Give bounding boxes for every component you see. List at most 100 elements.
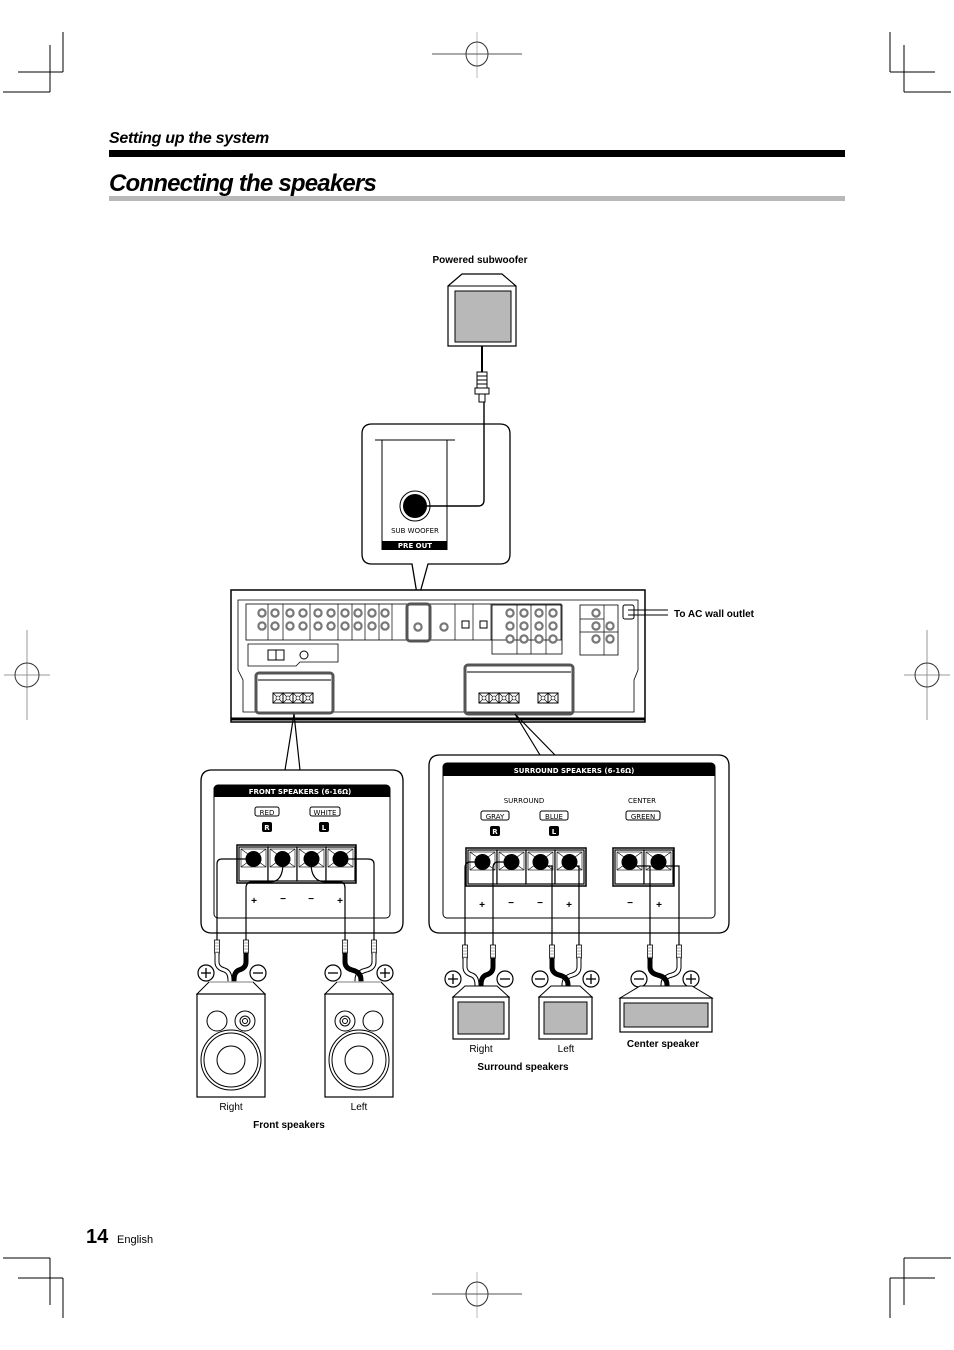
surround-panel-title: SURROUND SPEAKERS (6-16Ω) — [514, 767, 635, 775]
rca-jack-icon — [340, 608, 350, 618]
rca-jack-icon — [257, 621, 267, 631]
channel-badge-l: L — [552, 828, 557, 836]
rca-jack-icon — [270, 621, 280, 631]
rca-jack-icon — [534, 608, 544, 618]
rca-jack-icon — [298, 621, 308, 631]
rca-jack-icon — [285, 621, 295, 631]
minus-terminal-icon — [531, 970, 549, 988]
svg-text:−: − — [537, 898, 543, 909]
rca-jack-icon — [505, 608, 515, 618]
rca-jack-icon — [591, 608, 601, 618]
ac-outlet-label: To AC wall outlet — [674, 609, 755, 620]
speaker-grille — [543, 1001, 588, 1035]
wire-tip-icon — [214, 939, 220, 954]
midrange-icon — [206, 1010, 228, 1032]
page-language: English — [117, 1234, 154, 1246]
front-speakers-panel: FRONT SPEAKERS (6-16Ω) RED WHITE R L + −… — [200, 769, 404, 934]
svg-text:+: + — [337, 896, 343, 907]
front-panel-title: FRONT SPEAKERS (6-16Ω) — [249, 788, 352, 796]
minus-terminal-icon — [630, 970, 648, 988]
front-right-speaker — [195, 981, 267, 1098]
surround-left-speaker — [537, 985, 594, 1040]
center-speaker — [618, 985, 714, 1033]
surround-terminals-mini — [478, 692, 559, 704]
center-group-label: CENTER — [628, 797, 656, 805]
registration-mark-right — [904, 630, 950, 720]
speaker-connection-diagram: Powered subwoofer SUB WOOFER PRE OUT To … — [3, 32, 951, 1318]
svg-text:+: + — [656, 900, 662, 911]
wire-tip-icon — [676, 944, 682, 959]
rca-jack-icon — [519, 621, 529, 631]
rca-jack-icon — [534, 634, 544, 644]
surround-group-label: SURROUND — [504, 797, 545, 805]
color-tag-red: RED — [254, 806, 280, 817]
svg-text:GREEN: GREEN — [631, 813, 655, 821]
svg-text:+: + — [566, 900, 572, 911]
surround-left-label: Left — [558, 1044, 575, 1055]
svg-text:WHITE: WHITE — [314, 809, 337, 817]
rca-jack-icon — [353, 621, 363, 631]
receiver-rear-panel: To AC wall outlet — [230, 589, 755, 723]
front-left-leads — [342, 939, 377, 982]
minus-terminal-icon — [324, 964, 342, 982]
rca-jack-icon — [413, 622, 423, 632]
speaker-grille — [457, 1001, 505, 1035]
wire-tip-icon — [549, 944, 555, 959]
rca-jack-icon — [548, 621, 558, 631]
surround-speakers-label: Surround speakers — [477, 1062, 569, 1073]
minus-terminal-icon — [249, 964, 267, 982]
rca-jack-icon — [548, 608, 558, 618]
speaker-grille — [623, 1002, 709, 1028]
rca-jack-icon — [519, 608, 529, 618]
terminal-knob-icon — [532, 854, 549, 870]
rca-jack-icon — [548, 634, 558, 644]
front-terminals — [236, 844, 357, 884]
page-number: 14 — [86, 1226, 109, 1248]
wire-tip-icon — [462, 944, 468, 959]
rca-jack-icon — [326, 621, 336, 631]
rca-plug-icon — [474, 371, 490, 403]
svg-text:+: + — [479, 900, 485, 911]
plus-terminal-icon — [444, 970, 462, 988]
svg-text:BLUE: BLUE — [545, 813, 563, 821]
front-speakers-label: Front speakers — [253, 1120, 325, 1131]
rca-jack-icon — [505, 634, 515, 644]
rca-jack-icon — [505, 621, 515, 631]
front-left-label: Left — [351, 1102, 368, 1113]
rca-jack-icon — [605, 621, 615, 631]
terminal-knob-icon — [650, 854, 667, 870]
center-speaker-label: Center speaker — [627, 1039, 699, 1050]
color-tag-gray: GRAY — [480, 810, 510, 821]
surround-terminals — [465, 847, 675, 887]
surround-right-label: Right — [469, 1044, 493, 1055]
wire-tip-icon — [576, 944, 582, 959]
powered-subwoofer: Powered subwoofer — [432, 255, 528, 403]
subwoofer-label: Powered subwoofer — [432, 255, 527, 266]
subwoofer-callout: SUB WOOFER PRE OUT — [361, 402, 511, 601]
wire-tip-icon — [490, 944, 496, 959]
svg-text:−: − — [627, 898, 633, 909]
plus-terminal-icon — [582, 970, 600, 988]
rca-jack-icon — [534, 621, 544, 631]
color-tag-green: GREEN — [625, 810, 661, 821]
terminal-knob-icon — [561, 854, 578, 870]
plus-terminal-icon — [197, 964, 215, 982]
ac-cord-inlet — [622, 604, 635, 620]
rca-jack-icon — [313, 621, 323, 631]
rca-jack-icon — [298, 608, 308, 618]
color-tag-blue: BLUE — [539, 810, 569, 821]
svg-text:−: − — [280, 894, 286, 905]
svg-text:−: − — [308, 894, 314, 905]
rca-jack-icon — [519, 634, 529, 644]
rca-jack-icon — [340, 621, 350, 631]
surround-right-speaker — [451, 985, 511, 1040]
wire-tip-icon — [647, 944, 653, 959]
wire-tip-icon — [371, 939, 377, 954]
svg-text:+: + — [251, 896, 257, 907]
registration-mark-left — [4, 630, 50, 720]
registration-mark-top — [432, 32, 522, 78]
plus-terminal-icon — [376, 964, 394, 982]
channel-badge-r: R — [492, 828, 498, 836]
rca-jack-icon — [367, 608, 377, 618]
rca-jack-icon — [591, 634, 601, 644]
